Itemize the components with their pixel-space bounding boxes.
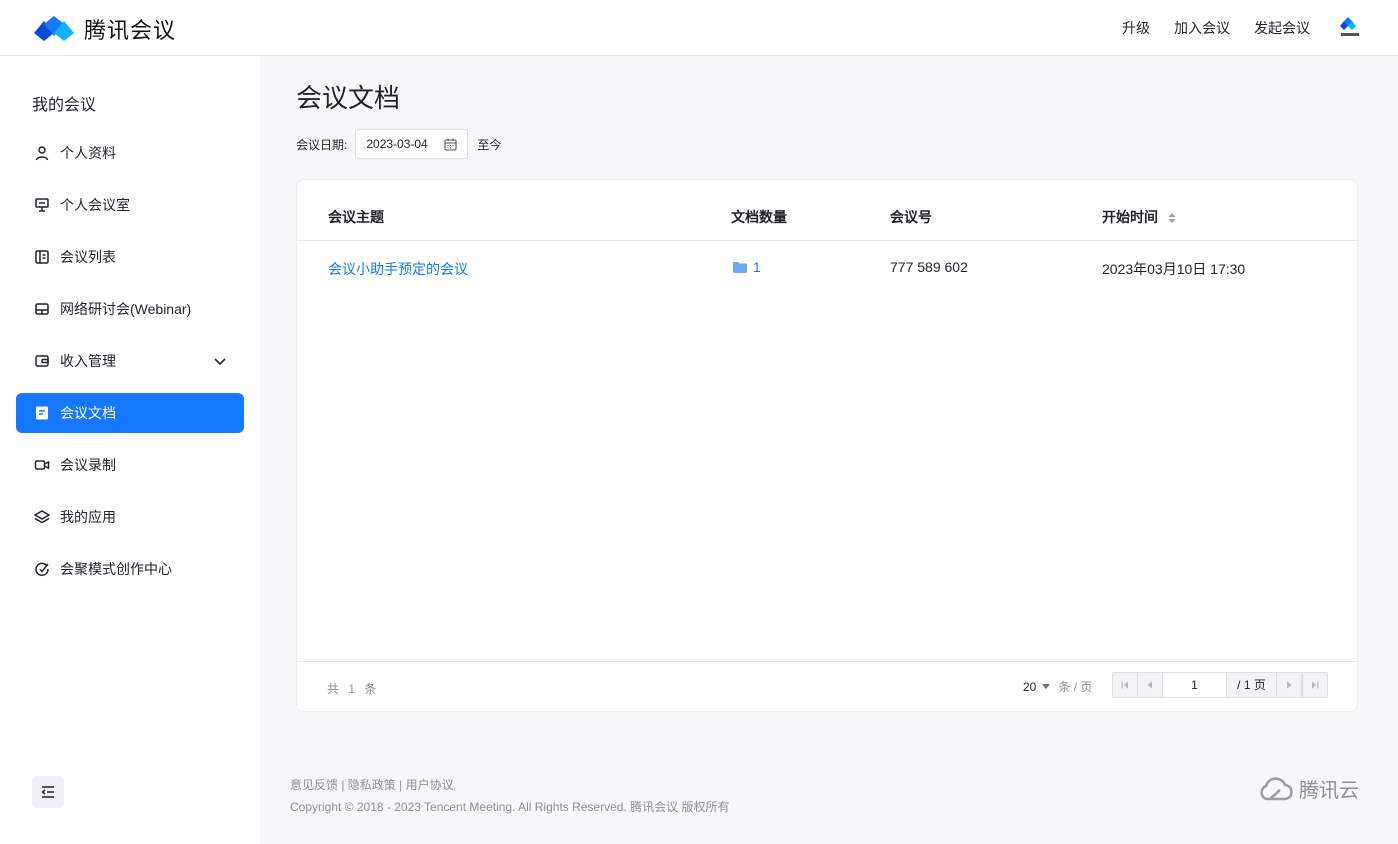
footer-copyright: Copyright © 2018 - 2023 Tencent Meeting.… <box>290 800 730 814</box>
meeting-room-icon <box>33 196 51 214</box>
doc-count-link[interactable]: 1 <box>733 259 761 275</box>
sidebar-item-recordings[interactable]: 会议录制 <box>16 445 244 485</box>
caret-down-icon <box>1042 684 1051 689</box>
chevron-down-icon[interactable] <box>212 353 228 369</box>
cloud-logo-text: 腾讯云 <box>1299 780 1359 802</box>
doc-count-value: 1 <box>753 259 761 275</box>
wallet-icon <box>33 352 51 370</box>
meeting-topic-link[interactable]: 会议小助手预定的会议 <box>328 259 468 279</box>
date-filter: 会议日期: 2023-03-04 至今 <box>296 129 501 159</box>
list-icon <box>33 248 51 266</box>
sidebar-item-label: 我的应用 <box>60 509 116 525</box>
sidebar-item-webinar[interactable]: 网络研讨会(Webinar) <box>16 289 244 329</box>
sidebar-item-income[interactable]: 收入管理 <box>16 341 244 381</box>
table-header: 会议主题 文档数量 会议号 开始时间 <box>297 180 1357 241</box>
document-icon <box>33 404 51 422</box>
pagination-bar: 共 1 条 20 条 / 页 1 / 1 页 <box>297 661 1357 713</box>
total-pages: / 1 页 <box>1227 673 1277 697</box>
page-number-input[interactable]: 1 <box>1163 673 1227 697</box>
calendar-icon <box>444 138 457 151</box>
layers-icon <box>33 508 51 526</box>
avatar[interactable] <box>1338 16 1362 40</box>
prev-page-button[interactable] <box>1138 673 1163 697</box>
sidebar-item-my-apps[interactable]: 我的应用 <box>16 497 244 537</box>
table-row: 会议小助手预定的会议 1 777 589 602 2023年03月10日 17:… <box>297 241 1357 293</box>
footer-links[interactable]: 意见反馈 | 隐私政策 | 用户协议 <box>290 776 454 793</box>
join-meeting-link[interactable]: 加入会议 <box>1174 18 1230 38</box>
next-page-button[interactable] <box>1277 673 1302 697</box>
column-header-doc-count: 文档数量 <box>731 209 787 225</box>
sidebar-item-meeting-list[interactable]: 会议列表 <box>16 237 244 277</box>
sidebar-item-label: 网络研讨会(Webinar) <box>60 301 192 317</box>
sidebar-item-documents[interactable]: 会议文档 <box>16 393 244 433</box>
column-header-start-time[interactable]: 开始时间 <box>1102 207 1176 227</box>
date-filter-to: 至今 <box>477 137 502 152</box>
app-logo[interactable]: 腾讯会议 <box>32 13 176 45</box>
start-meeting-link[interactable]: 发起会议 <box>1254 18 1310 38</box>
sidebar-title: 我的会议 <box>32 97 97 114</box>
date-value: 2023-03-04 <box>366 137 428 151</box>
sidebar-item-label: 个人会议室 <box>60 197 130 213</box>
column-header-label: 开始时间 <box>1102 209 1158 225</box>
column-header-topic: 会议主题 <box>328 209 384 225</box>
start-time: 2023年03月10日 17:30 <box>1102 261 1246 277</box>
sort-icon[interactable] <box>1168 213 1176 224</box>
documents-table-card: 会议主题 文档数量 会议号 开始时间 会议小助手预定的会议 1 777 589 … <box>296 179 1358 712</box>
page-size-select[interactable]: 20 条 / 页 <box>1023 678 1092 695</box>
upgrade-link[interactable]: 升级 <box>1122 18 1150 38</box>
date-filter-label: 会议日期: <box>296 137 348 152</box>
app-name: 腾讯会议 <box>84 18 177 43</box>
page-size-value: 20 <box>1023 679 1037 694</box>
sidebar-item-label: 会议文档 <box>60 405 116 421</box>
sidebar-item-label: 会议录制 <box>60 457 116 473</box>
date-picker-input[interactable]: 2023-03-04 <box>355 129 469 159</box>
collapse-icon <box>41 786 54 798</box>
video-icon <box>33 456 51 474</box>
first-page-icon <box>1121 681 1128 689</box>
pager: 1 / 1 页 <box>1112 672 1328 698</box>
tencent-meeting-logo-icon <box>34 16 74 41</box>
sidebar-item-personal-room[interactable]: 个人会议室 <box>16 185 244 225</box>
sidebar-item-profile[interactable]: 个人资料 <box>16 133 244 173</box>
last-page-button[interactable] <box>1302 673 1327 697</box>
top-bar: 腾讯会议 升级 加入会议 发起会议 <box>0 0 1398 56</box>
collapse-sidebar-button[interactable] <box>32 776 64 808</box>
first-page-button[interactable] <box>1113 673 1138 697</box>
prev-page-icon <box>1147 681 1152 689</box>
column-header-meeting-id: 会议号 <box>890 209 932 225</box>
total-count: 共 1 条 <box>327 682 380 696</box>
page-size-unit: 条 / 页 <box>1058 680 1093 694</box>
tencent-cloud-logo: 腾讯云 <box>1256 774 1359 803</box>
sidebar-item-label: 个人资料 <box>60 145 116 161</box>
folder-icon <box>733 262 747 273</box>
top-nav: 升级 加入会议 发起会议 <box>1122 18 1310 38</box>
creation-icon <box>33 560 51 578</box>
last-page-icon <box>1312 681 1319 689</box>
cloud-icon <box>1260 776 1293 800</box>
page-title: 会议文档 <box>296 83 401 113</box>
meeting-id: 777 589 602 <box>890 259 968 275</box>
next-page-icon <box>1287 681 1292 689</box>
sidebar-item-creation-center[interactable]: 会聚模式创作中心 <box>16 549 244 589</box>
user-icon <box>33 144 51 162</box>
sidebar-item-label: 会聚模式创作中心 <box>60 561 172 577</box>
sidebar-item-label: 会议列表 <box>60 249 116 265</box>
webinar-icon <box>33 300 51 318</box>
sidebar: 我的会议 个人资料 个人会议室 会议列表 网络研讨会(Webinar) 收入管理 <box>0 56 260 844</box>
sidebar-item-label: 收入管理 <box>60 353 116 369</box>
